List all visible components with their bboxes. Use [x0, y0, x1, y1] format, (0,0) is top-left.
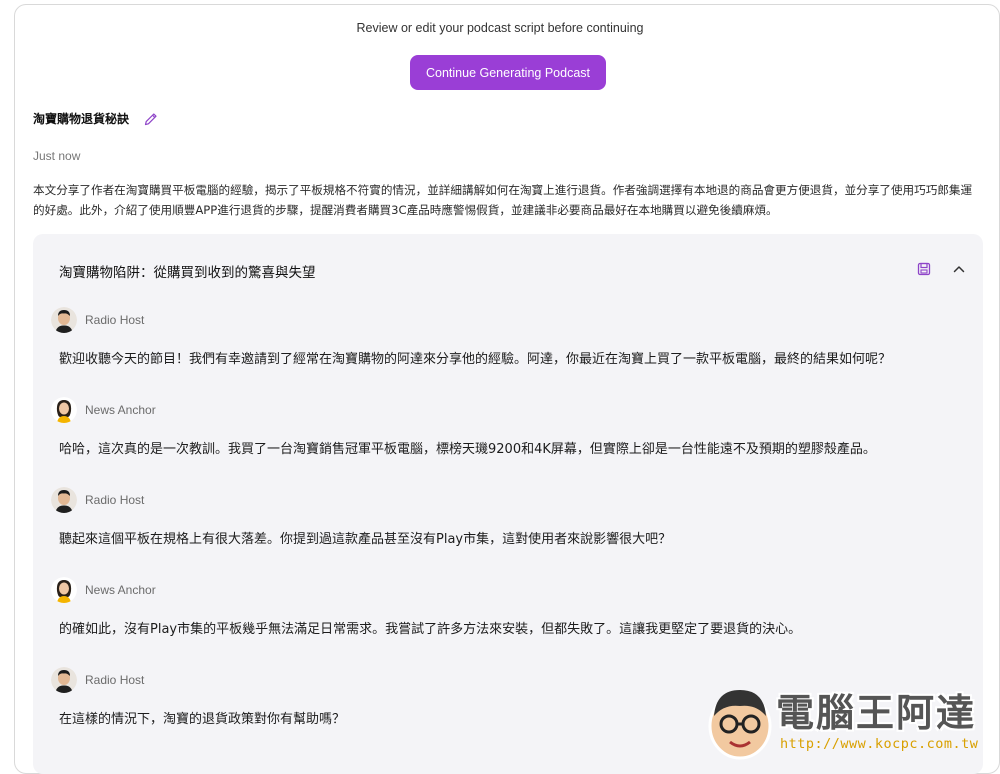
dialogue-text: 的確如此，沒有Play市集的平板幾乎無法滿足日常需求。我嘗試了許多方法來安裝，但… [59, 622, 802, 637]
speaker-name: News Anchor [85, 583, 156, 597]
speaker-name: Radio Host [85, 313, 145, 327]
script-timestamp: Just now [33, 149, 81, 163]
speaker-name: Radio Host [85, 673, 145, 687]
script-summary: 本文分享了作者在淘寶購買平板電腦的經驗，揭示了平板規格不符實的情況，並詳細講解如… [33, 183, 973, 217]
chevron-up-icon[interactable] [951, 261, 967, 277]
speaker-row: Radio Host [51, 306, 971, 334]
speaker-row: News Anchor [51, 396, 971, 424]
dialogue-text: 聽起來這個平板在規格上有很大落差。你提到過這款產品甚至沒有Play市集，這對使用… [59, 532, 672, 547]
watermark-name: 電腦王阿達 [776, 691, 977, 735]
speaker-name: News Anchor [85, 403, 156, 417]
news-anchor-avatar [51, 577, 77, 603]
dialogue-turn: Radio Host 歡迎收聽今天的節目！我們有幸邀請到了經常在淘寶購物的阿達來… [51, 306, 971, 370]
radio-host-avatar [51, 667, 77, 693]
dialogue-turn: Radio Host 聽起來這個平板在規格上有很大落差。你提到過這款產品甚至沒有… [51, 486, 971, 550]
radio-host-avatar [51, 487, 77, 513]
speaker-row: Radio Host [51, 486, 971, 514]
review-instruction: Review or edit your podcast script befor… [356, 21, 644, 35]
radio-host-avatar [51, 307, 77, 333]
section-title: 淘寶購物陷阱：從購買到收到的驚喜與失望 [59, 265, 316, 281]
speaker-name: Radio Host [85, 493, 145, 507]
save-icon[interactable] [916, 261, 932, 277]
script-title: 淘寶購物退貨秘訣 [33, 112, 130, 126]
script-title-row: 淘寶購物退貨秘訣 [33, 110, 159, 127]
dialogue-text: 歡迎收聽今天的節目！我們有幸邀請到了經常在淘寶購物的阿達來分享他的經驗。阿達，你… [59, 352, 892, 367]
news-anchor-avatar [51, 397, 77, 423]
site-watermark: 電腦王阿達 http://www.kocpc.com.tw [700, 678, 1000, 765]
mascot-icon [708, 690, 772, 760]
speaker-row: News Anchor [51, 576, 971, 604]
watermark-url: http://www.kocpc.com.tw [780, 736, 979, 752]
continue-generating-button[interactable]: Continue Generating Podcast [410, 55, 606, 90]
dialogue-turn: News Anchor 哈哈，這次真的是一次教訓。我買了一台淘寶銷售冠軍平板電腦… [51, 396, 971, 460]
pencil-icon[interactable] [143, 111, 159, 127]
dialogue-text: 哈哈，這次真的是一次教訓。我買了一台淘寶銷售冠軍平板電腦，標榜天璣9200和4K… [59, 442, 876, 457]
dialogue-turn: News Anchor 的確如此，沒有Play市集的平板幾乎無法滿足日常需求。我… [51, 576, 971, 640]
